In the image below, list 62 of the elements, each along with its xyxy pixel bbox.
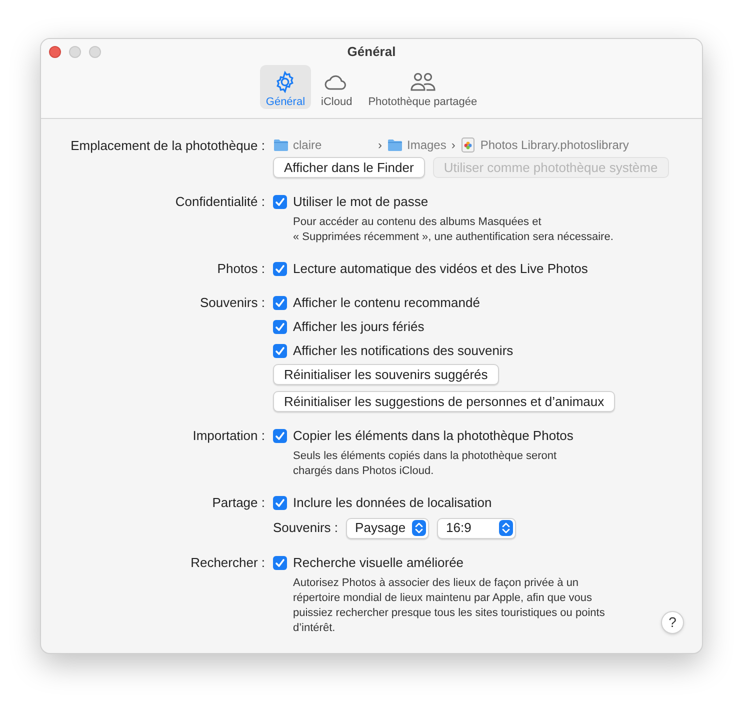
checkbox-label: Recherche visuelle améliorée bbox=[293, 554, 464, 572]
checkbox-label: Inclure les données de localisation bbox=[293, 494, 492, 512]
section-label: Importation : bbox=[192, 427, 265, 445]
checkbox[interactable] bbox=[273, 556, 287, 570]
checkbox[interactable] bbox=[273, 296, 287, 310]
path-separator: › bbox=[451, 136, 456, 154]
section-label: Rechercher : bbox=[190, 554, 265, 572]
checkbox[interactable] bbox=[273, 428, 287, 442]
checkbox-label: Afficher les notifications des souvenirs bbox=[293, 342, 514, 360]
window-title: Général bbox=[347, 44, 396, 60]
checkmark-icon bbox=[274, 496, 286, 508]
updown-icon bbox=[499, 520, 514, 536]
checkbox[interactable] bbox=[273, 496, 287, 510]
push-button[interactable]: Réinitialiser les suggestions de personnes et d’animaux bbox=[273, 391, 616, 412]
folder-icon bbox=[273, 136, 289, 152]
help-button[interactable]: ? bbox=[661, 611, 684, 634]
description-text: Pour accéder au contenu des albums Masquées et bbox=[293, 215, 542, 230]
checkbox-label: Utiliser le mot de passe bbox=[293, 192, 428, 211]
checkmark-icon bbox=[274, 196, 286, 208]
path-item[interactable]: claire bbox=[293, 136, 322, 154]
section-label: Souvenirs : bbox=[200, 294, 265, 312]
path-item[interactable]: Photos Library.photoslibrary bbox=[480, 136, 629, 154]
photo-library-icon bbox=[460, 136, 476, 152]
push-button[interactable]: Afficher dans le Finder bbox=[273, 157, 425, 178]
description-text: Seuls les éléments copiés dans la photothèque seront bbox=[293, 449, 557, 464]
push-button: Utiliser comme photothèque système bbox=[432, 157, 669, 178]
checkmark-icon bbox=[274, 556, 286, 568]
section-label: Photos : bbox=[217, 260, 265, 278]
people-icon bbox=[408, 70, 437, 93]
description-text: Autorisez Photos à associer des lieux de façon privée à un bbox=[293, 576, 580, 591]
description-text: puissiez rechercher presque tous les sites touristiques ou points bbox=[293, 606, 605, 621]
checkbox-label: Afficher le contenu recommandé bbox=[293, 294, 480, 312]
description-text: d’intérêt. bbox=[293, 621, 336, 636]
checkmark-icon bbox=[274, 262, 286, 274]
checkbox-label: Copier les éléments dans la photothèque Photos bbox=[293, 426, 574, 445]
description-text: « Supprimées récemment », une authentification sera nécessaire. bbox=[293, 230, 614, 245]
checkmark-icon bbox=[274, 430, 286, 442]
checkbox[interactable] bbox=[273, 262, 287, 276]
toolbar-tab[interactable]: Photothèque partagée bbox=[362, 65, 484, 109]
toolbar-tab[interactable]: iCloud bbox=[315, 65, 358, 109]
checkmark-icon bbox=[274, 320, 286, 332]
description-text: répertoire mondial de lieux maintenu par Apple, afin que vous bbox=[293, 591, 594, 606]
checkbox-label: Lecture automatique des vidéos et des Live Photos bbox=[293, 260, 588, 278]
checkbox-label: Afficher les jours fériés bbox=[293, 318, 424, 336]
checkbox[interactable] bbox=[273, 194, 287, 208]
folder-icon bbox=[387, 136, 403, 152]
checkbox[interactable] bbox=[273, 320, 287, 334]
checkbox[interactable] bbox=[273, 344, 287, 358]
checkmark-icon bbox=[274, 296, 286, 308]
section-label: Partage : bbox=[212, 494, 265, 512]
push-button[interactable]: Réinitialiser les souvenirs suggérés bbox=[273, 364, 499, 385]
popup-button[interactable]: Paysage bbox=[346, 518, 430, 538]
updown-icon bbox=[412, 520, 426, 536]
section-label: Confidentialité : bbox=[175, 193, 265, 211]
description-text: chargés dans Photos iCloud. bbox=[293, 464, 435, 479]
close-button[interactable] bbox=[49, 46, 61, 58]
path-separator: › bbox=[378, 136, 382, 154]
popup-button[interactable]: 16:9 bbox=[437, 518, 516, 538]
field-label: Souvenirs : bbox=[273, 519, 338, 538]
path-item[interactable]: Images bbox=[407, 136, 446, 154]
checkmark-icon bbox=[274, 344, 286, 356]
section-label: Emplacement de la photothèque : bbox=[70, 137, 265, 155]
